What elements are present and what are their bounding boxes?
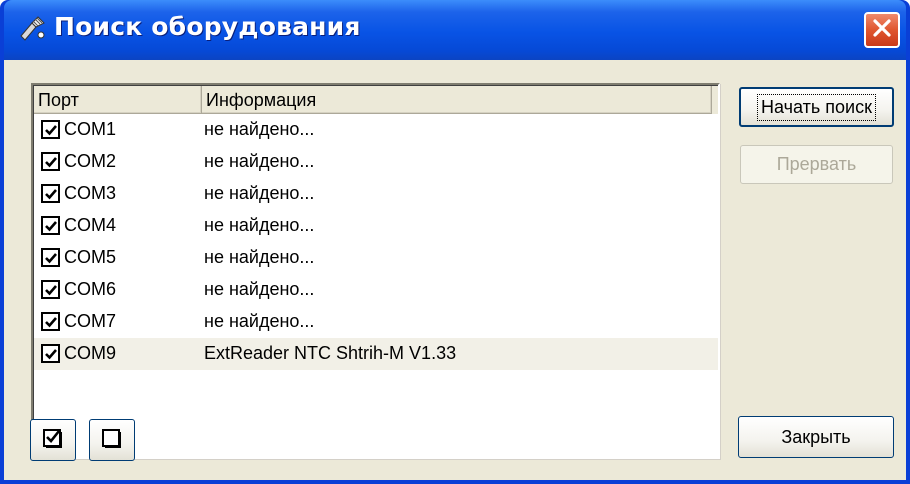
checkbox-empty-icon (101, 427, 123, 454)
row-checkbox[interactable] (41, 216, 60, 235)
table-row[interactable]: COM6 не найдено... (34, 274, 718, 306)
row-checkbox[interactable] (41, 280, 60, 299)
close-label: Закрыть (781, 426, 851, 447)
checkmark-icon (45, 349, 57, 360)
checkmark-icon (45, 157, 57, 168)
row-checkbox[interactable] (41, 312, 60, 331)
row-checkbox[interactable] (41, 152, 60, 171)
checkmark-icon (45, 125, 57, 136)
abort-button: Прервать (740, 145, 893, 184)
table-row[interactable]: COM1 не найдено... (34, 114, 718, 146)
table-row[interactable]: COM3 не найдено... (34, 178, 718, 210)
port-name: COM4 (64, 215, 117, 235)
list-header: Порт Информация (34, 86, 718, 114)
checkmark-icon (45, 285, 57, 296)
port-info: не найдено... (204, 215, 315, 235)
list-rows: COM1 не найдено... COM2 не найдено... COM3 не… (34, 114, 718, 370)
column-header-info[interactable]: Информация (202, 86, 712, 114)
row-checkbox[interactable] (41, 184, 60, 203)
title-bar[interactable]: Поиск оборудования (4, 0, 906, 60)
checkmark-icon (45, 221, 57, 232)
port-info: не найдено... (204, 119, 315, 139)
port-info: не найдено... (204, 279, 315, 299)
window-title: Поиск оборудования (54, 12, 361, 41)
port-name: COM2 (64, 151, 117, 171)
uncheck-all-button[interactable] (89, 419, 135, 461)
port-name: COM7 (64, 311, 117, 331)
table-row[interactable]: COM2 не найдено... (34, 146, 718, 178)
checkmark-icon (45, 253, 57, 264)
table-row[interactable]: COM5 не найдено... (34, 242, 718, 274)
port-info: не найдено... (204, 151, 315, 171)
table-row[interactable]: COM4 не найдено... (34, 210, 718, 242)
table-row[interactable]: COM9 ExtReader NTC Shtrih-M V1.33 (34, 338, 718, 370)
port-name: COM5 (64, 247, 117, 267)
abort-label: Прервать (776, 154, 857, 174)
dialog-window: Поиск оборудования Порт Информация COM1 н… (0, 0, 910, 484)
port-info: не найдено... (204, 311, 315, 331)
port-info: ExtReader NTC Shtrih-M V1.33 (204, 343, 457, 363)
checkmark-icon (45, 189, 57, 200)
row-checkbox[interactable] (41, 344, 60, 363)
port-info: не найдено... (204, 183, 315, 203)
checkmark-icon (45, 317, 57, 328)
close-x-icon (872, 18, 892, 43)
port-name: COM3 (64, 183, 117, 203)
port-list[interactable]: Порт Информация COM1 не найдено... COM2 не … (31, 83, 720, 459)
port-name: COM6 (64, 279, 117, 299)
scanner-wand-icon (18, 14, 48, 44)
table-row[interactable]: COM7 не найдено... (34, 306, 718, 338)
row-checkbox[interactable] (41, 248, 60, 267)
port-info: не найдено... (204, 247, 315, 267)
start-search-label: Начать поиск (757, 93, 876, 121)
row-checkbox[interactable] (41, 120, 60, 139)
start-search-button[interactable]: Начать поиск (739, 87, 894, 127)
port-name: COM1 (64, 119, 117, 139)
port-name: COM9 (64, 343, 117, 363)
checkbox-checked-icon (42, 427, 64, 454)
close-button[interactable]: Закрыть (738, 416, 894, 458)
dialog-client-area: Порт Информация COM1 не найдено... COM2 не … (4, 60, 906, 480)
column-header-port[interactable]: Порт (34, 86, 202, 114)
check-all-button[interactable] (30, 419, 76, 461)
close-window-button[interactable] (864, 12, 900, 48)
